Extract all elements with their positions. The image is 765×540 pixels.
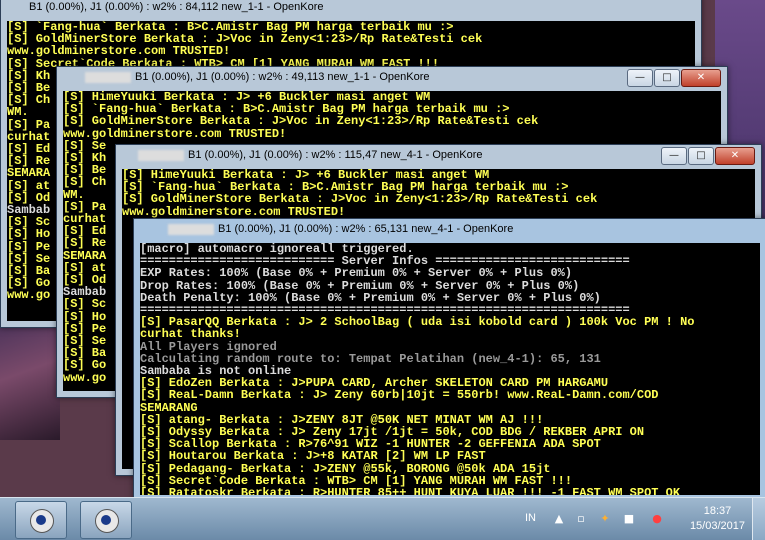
titlebar[interactable]: B1 (0.00%), J1 (0.00%) : w2% : 49,113 ne…	[57, 67, 727, 91]
close-button[interactable]: ✕	[715, 147, 755, 165]
console-line: [S] GoldMinerStore Berkata : J>Voc in Ze…	[122, 192, 598, 207]
system-clock[interactable]: 18:37 15/03/2017	[690, 504, 745, 534]
taskbar-openkore-button-2[interactable]	[80, 501, 132, 539]
console-line: All Players ignored	[140, 339, 277, 354]
console-line: [S] GoldMinerStore Berkata : J>Voc in Ze…	[63, 114, 539, 129]
window-title: B1 (0.00%), J1 (0.00%) : w2% : 65,131 ne…	[168, 223, 513, 235]
close-button[interactable]: ✕	[681, 69, 721, 87]
window-title: B1 (0.00%), J1 (0.00%) : w2% : 84,112 ne…	[29, 1, 324, 13]
openkore-window-4[interactable]: B1 (0.00%), J1 (0.00%) : w2% : 65,131 ne…	[133, 218, 765, 502]
tray-expand-icon[interactable]: ▲	[552, 512, 566, 526]
openkore-app-icon	[95, 509, 119, 533]
console-line: www.goldminerstore.com TRUSTED!	[122, 204, 346, 219]
window-title: B1 (0.00%), J1 (0.00%) : w2% : 49,113 ne…	[85, 71, 430, 83]
titlebar[interactable]: B1 (0.00%), J1 (0.00%) : w2% : 84,112 ne…	[1, 0, 701, 21]
redacted-name	[85, 71, 131, 83]
monitor-icon[interactable]: ■	[622, 512, 636, 526]
console-line: curhat thanks!	[140, 327, 241, 342]
taskbar: IN ▲ ▫ ✦ ■ ● 18:37 15/03/2017	[0, 497, 765, 540]
titlebar[interactable]: B1 (0.00%), J1 (0.00%) : w2% : 65,131 ne…	[134, 219, 765, 243]
volume-muted-icon[interactable]: ●	[650, 512, 664, 526]
app-tray-icon[interactable]: ✦	[598, 512, 612, 526]
window-controls: — □ ✕	[660, 147, 755, 165]
console-line: SEMARANG	[140, 400, 198, 415]
console-line: EXP Rates: 100% (Base 0% + Premium 0% + …	[140, 266, 573, 281]
console-line: www.goldminerstore.com TRUSTED!	[63, 126, 287, 141]
maximize-button[interactable]: □	[654, 69, 680, 87]
redacted-name	[138, 149, 184, 161]
network-icon[interactable]: ▫	[574, 512, 588, 526]
console-line: www.goldminerstore.com TRUSTED!	[7, 44, 231, 59]
titlebar[interactable]: B1 (0.00%), J1 (0.00%) : w2% : 115,47 ne…	[116, 145, 761, 169]
redacted-name	[168, 223, 214, 235]
openkore-app-icon	[30, 509, 54, 533]
maximize-button[interactable]: □	[688, 147, 714, 165]
window-title: B1 (0.00%), J1 (0.00%) : w2% : 115,47 ne…	[138, 149, 483, 161]
show-desktop-button[interactable]	[752, 498, 765, 540]
window-controls: — □ ✕	[626, 69, 721, 87]
language-indicator[interactable]: IN	[525, 512, 536, 524]
console-line: [S] Houtarou Berkata : J>+8 KATAR [2] WM…	[140, 449, 486, 464]
console-line: [S] Ratatoskr Berkata : R>HUNTER 85++ HU…	[140, 486, 681, 495]
console-line: [S] ReaL-Damn Berkata : J> Zeny 60rb|10j…	[140, 388, 659, 403]
clock-date: 15/03/2017	[689, 520, 745, 532]
minimize-button[interactable]: —	[661, 147, 687, 165]
console-output[interactable]: [macro] automacro ignoreall triggered. ==…	[140, 243, 760, 495]
clock-time: 18:37	[703, 505, 732, 517]
console-line: Drop Rates: 100% (Base 0% + Premium 0% +…	[140, 278, 580, 293]
taskbar-openkore-button-1[interactable]	[15, 501, 67, 539]
minimize-button[interactable]: —	[627, 69, 653, 87]
